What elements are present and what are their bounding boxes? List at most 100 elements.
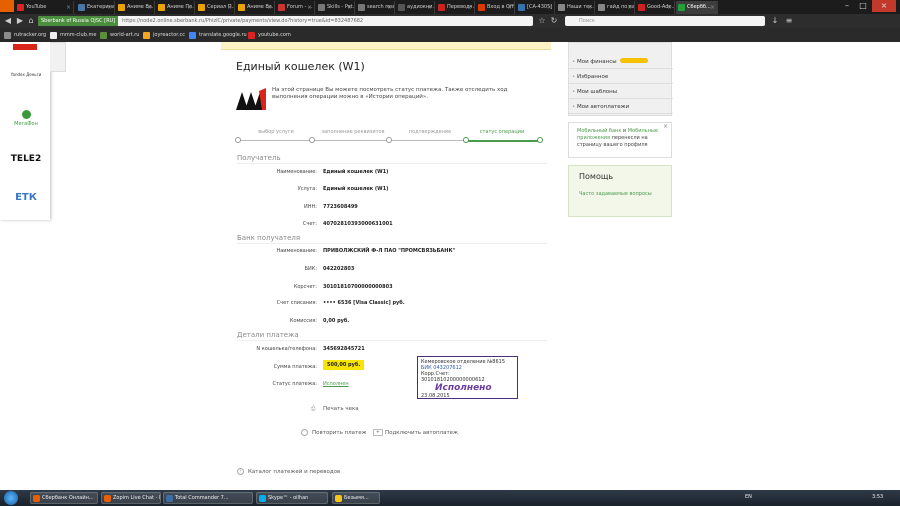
- step-dot-2: [309, 137, 315, 143]
- bookmark-item[interactable]: youtube.com: [248, 30, 291, 40]
- taskbar-button[interactable]: Сбербанк Онлайн...: [30, 492, 98, 504]
- menu-favorites[interactable]: Избранное: [569, 70, 673, 84]
- url-bar[interactable]: Sberbank of Russia OJSC [RU] https://node…: [38, 16, 533, 26]
- library-icon[interactable]: ≡: [784, 16, 794, 26]
- field-label: Услуга:: [297, 186, 317, 192]
- browser-tab[interactable]: Skills - Pat... ×: [316, 1, 355, 14]
- browser-tab[interactable]: Аниме Ва... ×: [236, 1, 275, 14]
- bookmark-item[interactable]: world-art.ru: [100, 30, 139, 40]
- field-label: ИНН:: [304, 204, 317, 210]
- print-receipt-link[interactable]: Печать чека: [323, 406, 359, 412]
- close-icon[interactable]: ×: [663, 123, 668, 130]
- browser-tab[interactable]: гайд по ва...×: [596, 1, 635, 14]
- bookmark-item[interactable]: mmm-club.me: [50, 30, 96, 40]
- tab-close-icon[interactable]: ×: [147, 1, 152, 14]
- field-value: 345692845721: [323, 346, 365, 352]
- browser-tab[interactable]: Наши тек... ×: [556, 1, 595, 14]
- menu-my-templates[interactable]: Мои шаблоны: [569, 85, 673, 99]
- back-arrow-icon[interactable]: ‹: [237, 468, 244, 475]
- clock[interactable]: 3:53: [872, 494, 883, 500]
- tab-close-icon[interactable]: ×: [267, 1, 272, 14]
- tab-close-icon[interactable]: ×: [307, 1, 312, 14]
- tab-close-icon[interactable]: ×: [710, 1, 715, 14]
- ssl-identity-label[interactable]: Sberbank of Russia OJSC [RU]: [38, 16, 119, 26]
- catalog-link[interactable]: Каталог платежей и переводов: [248, 469, 340, 475]
- home-icon[interactable]: ⌂: [26, 16, 36, 26]
- autopay-icon[interactable]: +: [373, 429, 383, 436]
- bookmark-star-icon[interactable]: ☆: [537, 16, 547, 26]
- tab-close-icon[interactable]: ×: [187, 1, 192, 14]
- tab-label: Сбербб...: [687, 4, 711, 10]
- browser-tab[interactable]: Сбербб... ×: [676, 1, 718, 14]
- payment-status-link[interactable]: Исполнен: [323, 381, 349, 387]
- etk-logo[interactable]: ЕТК: [6, 192, 46, 203]
- tab-favicon-icon: [478, 4, 485, 11]
- mobile-bank-link[interactable]: Мобильный банк: [577, 128, 621, 134]
- tab-close-icon[interactable]: ×: [467, 1, 472, 14]
- megafon-logo[interactable]: МегаФон: [6, 110, 46, 127]
- tab-close-icon[interactable]: ×: [627, 1, 632, 14]
- browser-tab[interactable]: Екатерина...×: [76, 1, 115, 14]
- browser-tab[interactable]: [CA-4305] ...×: [516, 1, 555, 14]
- bookmark-label: joyreactor.cc: [153, 32, 185, 38]
- divider: [237, 340, 547, 341]
- tab-close-icon[interactable]: ×: [107, 1, 112, 14]
- autopay-link[interactable]: Подключить автоплатеж: [385, 430, 458, 436]
- tab-close-icon[interactable]: ×: [347, 1, 352, 14]
- field-value: •••• 6536 [Visa Classic] руб.: [323, 300, 405, 306]
- taskbar-app-icon: [166, 495, 173, 502]
- tab-close-icon[interactable]: ×: [387, 1, 392, 14]
- browser-tab[interactable]: YouTube ×: [15, 1, 74, 14]
- browser-tab[interactable]: Вход в Offi...×: [476, 1, 515, 14]
- firefox-menu-icon[interactable]: [0, 0, 14, 12]
- bookmark-item[interactable]: joyreactor.cc: [143, 30, 185, 40]
- field-label: Наименование:: [276, 169, 317, 175]
- faq-link[interactable]: Часто задаваемые вопросы: [579, 191, 661, 198]
- browser-tab[interactable]: Forum - ... ×: [276, 1, 315, 14]
- menu-my-finances[interactable]: Мои финансы: [569, 55, 673, 69]
- bookmark-item[interactable]: rutracker.org: [4, 30, 46, 40]
- step-dot-3: [386, 137, 392, 143]
- browser-tab[interactable]: Аниме Ва... ×: [116, 1, 155, 14]
- back-icon[interactable]: ◀: [3, 16, 13, 26]
- tab-close-icon[interactable]: ×: [427, 1, 432, 14]
- menu-my-autopayments[interactable]: Мои автоплатежи: [569, 100, 673, 114]
- tab-close-icon[interactable]: ×: [507, 1, 512, 14]
- taskbar-button[interactable]: Безымя...: [332, 492, 380, 504]
- printer-icon[interactable]: ⎙: [311, 406, 315, 413]
- beeline-logo[interactable]: [13, 44, 37, 50]
- browser-tab[interactable]: Переводч... ×: [436, 1, 475, 14]
- minimize-icon[interactable]: –: [840, 0, 854, 12]
- rail-toggle[interactable]: [50, 42, 66, 72]
- browser-tab[interactable]: search results×: [356, 1, 395, 14]
- language-indicator[interactable]: EN: [745, 494, 752, 500]
- tab-close-icon[interactable]: ×: [667, 1, 672, 14]
- taskbar-button[interactable]: Zopim Live Chat - M...: [101, 492, 161, 504]
- tele2-logo[interactable]: TELE2: [6, 154, 46, 164]
- browser-tab[interactable]: Good-Ade... ×: [636, 1, 675, 14]
- yandex-money-logo[interactable]: Yandex Деньги: [6, 72, 46, 77]
- forward-icon[interactable]: ▶: [15, 16, 25, 26]
- bookmark-item[interactable]: translate.google.ru: [189, 30, 247, 40]
- taskbar-button[interactable]: Skype™ - oilhan: [256, 492, 328, 504]
- download-icon[interactable]: ↓: [770, 16, 780, 26]
- start-button[interactable]: [4, 491, 18, 505]
- browser-tab[interactable]: аудиокни... ×: [396, 1, 435, 14]
- tab-close-icon[interactable]: ×: [227, 1, 232, 14]
- promo-notice: × Мобильный банк и Мобильные приложения …: [568, 122, 672, 158]
- reload-icon[interactable]: ↻: [549, 16, 559, 26]
- w1-logo: [236, 88, 266, 110]
- tab-close-icon[interactable]: ×: [66, 1, 71, 14]
- browser-tab[interactable]: Аниме По... ×: [156, 1, 195, 14]
- url-text: https://node2.online.sberbank.ru/PhizIC/…: [122, 18, 364, 24]
- tab-close-icon[interactable]: ×: [587, 1, 592, 14]
- repeat-icon[interactable]: [301, 429, 308, 436]
- taskbar-button[interactable]: Total Commander 7...: [163, 492, 253, 504]
- search-input[interactable]: Поиск: [565, 16, 765, 26]
- repeat-payment-link[interactable]: Повторить платеж: [312, 430, 367, 436]
- maximize-icon[interactable]: □: [856, 0, 870, 12]
- close-window-icon[interactable]: ×: [872, 0, 896, 12]
- browser-tab[interactable]: Сериал П... ×: [196, 1, 235, 14]
- tab-close-icon[interactable]: ×: [547, 1, 552, 14]
- menu-my-finances-label: Мои финансы: [577, 59, 617, 65]
